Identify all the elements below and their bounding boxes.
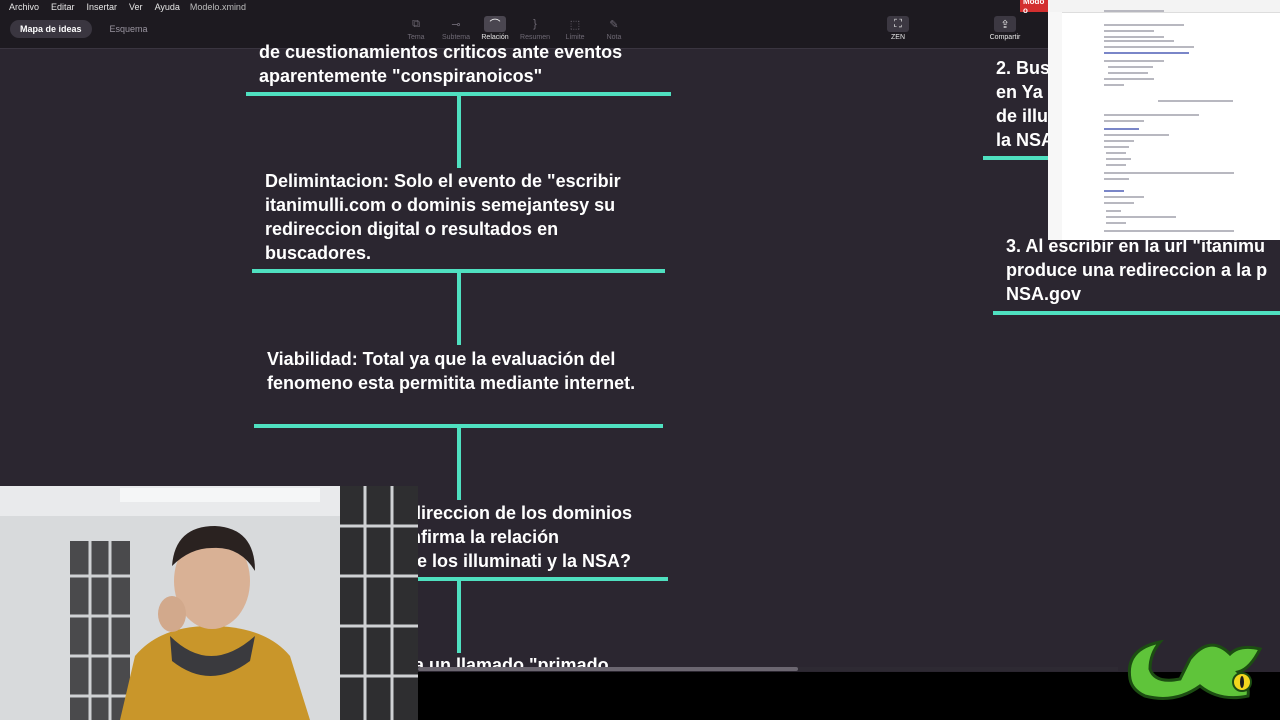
webcam-image bbox=[0, 486, 418, 720]
doc-text-line bbox=[1108, 72, 1148, 74]
connector-line bbox=[457, 96, 461, 168]
topic-underline bbox=[993, 311, 1280, 315]
zen-label: ZEN bbox=[891, 34, 905, 41]
file-name: Modelo.xmind bbox=[189, 2, 246, 12]
doc-text-line bbox=[1104, 230, 1234, 232]
topic-node-right-1-line-1: 2. Bus bbox=[996, 58, 1051, 78]
doc-text-line bbox=[1104, 114, 1199, 116]
topic-node-4[interactable]: direccion de los dominios nfirma la rela… bbox=[410, 501, 670, 573]
tab-mapa-de-ideas[interactable]: Mapa de ideas bbox=[10, 20, 92, 38]
note-icon: ✎ bbox=[609, 18, 619, 31]
share-icon: ⇪ bbox=[994, 16, 1016, 32]
doc-text-line bbox=[1104, 10, 1164, 12]
horizontal-scrollbar-thumb[interactable] bbox=[418, 667, 798, 671]
topic-node-right-1[interactable]: 2. Bus en Ya de illu la NSA bbox=[996, 56, 1056, 152]
doc-text-line bbox=[1106, 158, 1131, 160]
topic-icon: ⧉ bbox=[412, 17, 420, 30]
doc-text-line bbox=[1104, 190, 1124, 192]
topic-node-right-1-line-4: la NSA bbox=[996, 130, 1055, 150]
topic-node-right-1-line-2: en Ya bbox=[996, 82, 1043, 102]
topic-node-1-line-1: de cuestionamientos criticos ante evento… bbox=[259, 42, 623, 62]
overlay-document-window[interactable] bbox=[1048, 0, 1280, 240]
doc-sidebar bbox=[1048, 12, 1062, 240]
tab-esquema[interactable]: Esquema bbox=[100, 20, 158, 38]
doc-text-line bbox=[1104, 24, 1184, 26]
doc-text-line bbox=[1104, 172, 1234, 174]
zen-button[interactable]: ⛶ ZEN bbox=[878, 16, 918, 46]
doc-text-line bbox=[1104, 46, 1194, 48]
doc-text-line bbox=[1104, 52, 1189, 54]
topic-node-1-line-2: aparentemente "conspiranoicos" bbox=[259, 66, 543, 86]
menu-editar[interactable]: Editar bbox=[51, 2, 75, 12]
topic-underline bbox=[983, 156, 1049, 160]
topic-node-right-2[interactable]: 3. Al escribir en la url "itanimu produc… bbox=[1006, 234, 1280, 306]
doc-text-line bbox=[1104, 30, 1154, 32]
doc-text-line bbox=[1104, 84, 1124, 86]
doc-text-line bbox=[1106, 210, 1121, 212]
subtopic-icon: ⊸ bbox=[451, 18, 461, 31]
topic-node-4-line-2: nfirma la relación bbox=[410, 527, 560, 547]
doc-text-line bbox=[1104, 134, 1169, 136]
compartir-label: Compartir bbox=[989, 34, 1021, 41]
doc-text-line bbox=[1106, 164, 1126, 166]
doc-text-line bbox=[1104, 146, 1129, 148]
doc-text-line bbox=[1104, 120, 1144, 122]
doc-text-line bbox=[1104, 128, 1139, 130]
webcam-overlay bbox=[0, 486, 418, 720]
doc-text-line bbox=[1104, 202, 1134, 204]
menu-insertar[interactable]: Insertar bbox=[87, 2, 118, 12]
topic-node-4-line-3: re los illuminati y la NSA? bbox=[410, 551, 632, 571]
menu-ver[interactable]: Ver bbox=[129, 2, 143, 12]
doc-text-line bbox=[1104, 178, 1129, 180]
doc-text-line bbox=[1158, 100, 1233, 102]
doc-text-line bbox=[1104, 140, 1134, 142]
topic-node-4-line-1: direccion de los dominios bbox=[410, 503, 633, 523]
boundary-icon: ⬚ bbox=[569, 18, 581, 31]
topic-node-right-2-line-2: produce una redireccion a la p bbox=[1006, 260, 1268, 280]
topic-node-3[interactable]: Viabilidad: Total ya que la evaluación d… bbox=[267, 347, 667, 395]
view-tabs: Mapa de ideas Esquema bbox=[10, 20, 158, 38]
fullscreen-icon: ⛶ bbox=[887, 16, 909, 32]
channel-logo bbox=[1127, 639, 1263, 700]
topic-node-5[interactable]: a un llamado "primado bbox=[414, 653, 674, 667]
doc-text-line bbox=[1106, 222, 1126, 224]
topic-node-5-clip: a un llamado "primado bbox=[414, 653, 674, 667]
connector-line bbox=[457, 428, 461, 500]
doc-text-line bbox=[1108, 66, 1153, 68]
topic-node-right-1-line-3: de illu bbox=[996, 106, 1049, 126]
doc-text-line bbox=[1104, 196, 1144, 198]
summary-icon: } bbox=[533, 18, 537, 30]
menu-archivo[interactable]: Archivo bbox=[9, 2, 39, 12]
topic-underline bbox=[418, 577, 668, 581]
doc-text-line bbox=[1106, 216, 1176, 218]
modo-badge: Modo o bbox=[1020, 0, 1050, 15]
connector-line bbox=[457, 581, 461, 653]
doc-text-line bbox=[1104, 78, 1154, 80]
menu-ayuda[interactable]: Ayuda bbox=[155, 2, 180, 12]
doc-text-line bbox=[1104, 36, 1164, 38]
doc-header bbox=[1048, 0, 1280, 13]
doc-text-line bbox=[1104, 60, 1164, 62]
doc-text-line bbox=[1106, 152, 1126, 154]
topic-node-right-2-line-3: NSA.gov bbox=[1006, 284, 1082, 304]
doc-text-line bbox=[1104, 40, 1174, 42]
relationship-icon: ⌒ bbox=[484, 16, 506, 32]
topic-node-2[interactable]: Delimintacion: Solo el evento de "escrib… bbox=[265, 169, 665, 265]
topic-node-1[interactable]: de cuestionamientos criticos ante evento… bbox=[259, 40, 679, 88]
connector-line bbox=[457, 273, 461, 345]
compartir-button[interactable]: ⇪ Compartir bbox=[985, 16, 1025, 46]
